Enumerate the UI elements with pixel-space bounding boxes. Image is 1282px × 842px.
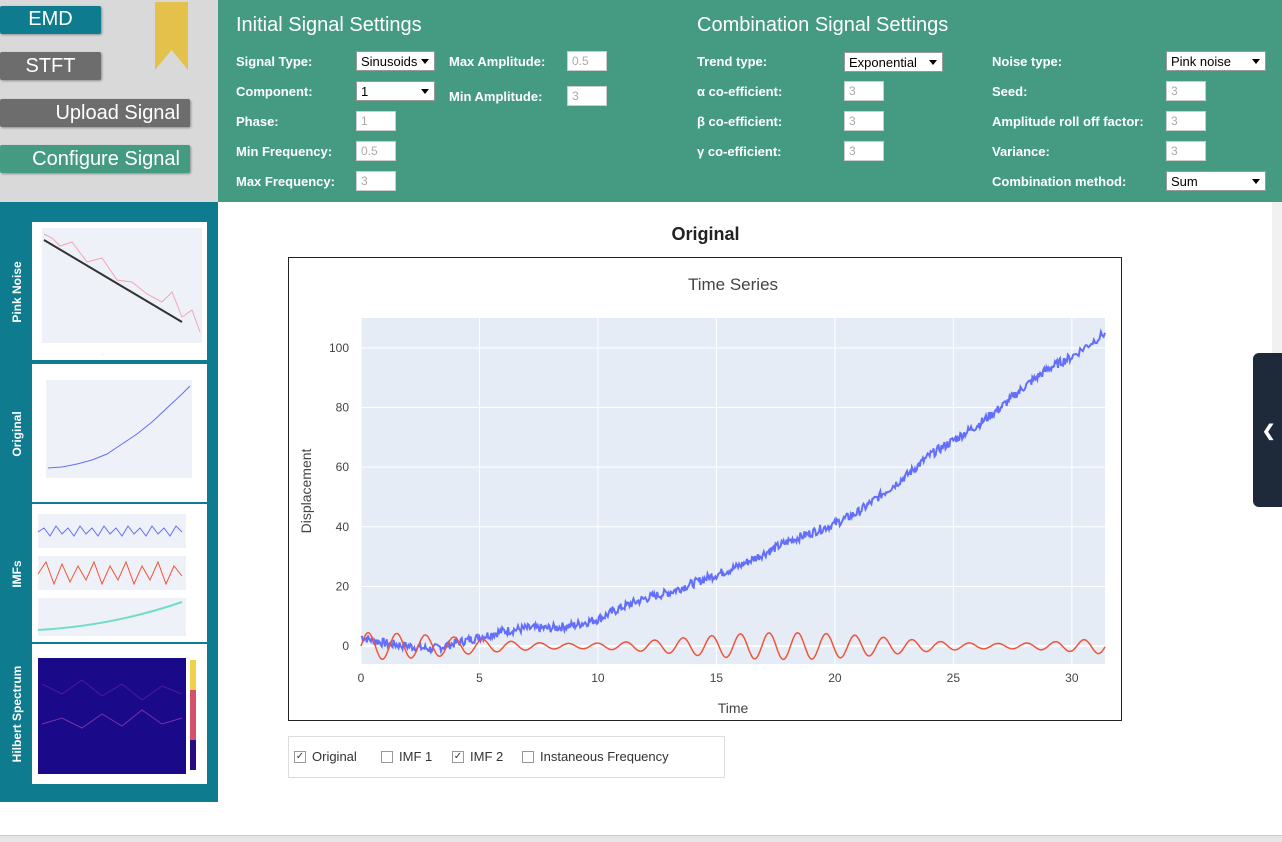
configure-signal-button[interactable]: Configure Signal — [0, 145, 190, 173]
settings-panel: Initial Signal Settings Signal Type: Sin… — [218, 0, 1282, 202]
original-checkbox-label[interactable]: Original — [312, 749, 357, 764]
chevron-down-icon — [421, 59, 429, 64]
component-value: 1 — [361, 84, 369, 99]
x-tick-label: 20 — [828, 671, 842, 685]
gamma-coefficient-label: γ co-efficient: — [697, 144, 782, 159]
signal-type-select[interactable]: Sinusoids — [356, 51, 435, 71]
x-tick-label: 15 — [710, 671, 724, 685]
y-tick-label: 20 — [336, 579, 350, 593]
thumb-label-pink-noise: Pink Noise — [10, 261, 24, 323]
max-frequency-input[interactable]: 3 — [356, 171, 396, 191]
stft-button[interactable]: STFT — [0, 52, 101, 80]
min-amplitude-label: Min Amplitude: — [449, 89, 543, 104]
instantaneous-frequency-checkbox[interactable] — [522, 751, 534, 763]
plot-container[interactable]: Time Series 0 5 10 15 20 25 30 0 20 40 60 80 100 Tim… — [288, 257, 1122, 721]
combination-method-value: Sum — [1171, 174, 1198, 189]
chart-heading: Original — [671, 224, 740, 244]
thumb-imfs[interactable] — [32, 504, 207, 642]
x-tick-label: 30 — [1065, 671, 1079, 685]
thumb-tab-original[interactable]: Original — [2, 364, 32, 504]
svg-text:·: · — [102, 352, 104, 358]
time-series-chart[interactable]: Time Series 0 5 10 15 20 25 30 0 20 40 60 80 100 Tim… — [289, 258, 1121, 720]
trend-type-select[interactable]: Exponential — [844, 52, 943, 72]
noise-type-select[interactable]: Pink noise — [1166, 51, 1266, 71]
thumb-hilbert-spectrum[interactable] — [32, 644, 207, 784]
series-toggle-box: ✓ Original IMF 1 ✓ IMF 2 Instaneous Freq… — [288, 736, 725, 778]
variance-label: Variance: — [992, 144, 1050, 159]
x-axis-label: Time — [718, 700, 749, 716]
rolloff-factor-input[interactable]: 3 — [1166, 111, 1206, 131]
y-tick-label: 0 — [342, 639, 349, 653]
x-tick-label: 5 — [476, 671, 483, 685]
y-tick-label: 100 — [329, 341, 349, 355]
thumb-label-hilbert-spectrum: Hilbert Spectrum — [10, 665, 24, 763]
imf2-checkbox[interactable]: ✓ — [452, 751, 464, 763]
min-frequency-label: Min Frequency: — [236, 144, 333, 159]
instantaneous-frequency-checkbox-label[interactable]: Instaneous Frequency — [540, 749, 669, 764]
min-frequency-input[interactable]: 0.5 — [356, 141, 396, 161]
alpha-coefficient-label: α co-efficient: — [697, 84, 783, 99]
y-tick-label: 80 — [336, 400, 350, 414]
hilbert-spectrum-thumbnail-image — [38, 658, 196, 774]
chevron-down-icon — [929, 60, 937, 65]
chevron-down-icon — [1252, 179, 1260, 184]
max-amplitude-input[interactable]: 0.5 — [567, 51, 607, 71]
nav-panel: EMD STFT Upload Signal Configure Signal — [0, 0, 218, 202]
trend-type-value: Exponential — [849, 55, 917, 70]
initial-settings-title: Initial Signal Settings — [236, 14, 422, 36]
gamma-coefficient-input[interactable]: 3 — [844, 141, 884, 161]
thumb-original[interactable] — [32, 364, 207, 502]
chevron-down-icon — [421, 89, 429, 94]
original-thumbnail-image — [46, 380, 192, 478]
signal-type-label: Signal Type: — [236, 54, 313, 69]
seed-label: Seed: — [992, 84, 1028, 99]
chevron-left-icon[interactable]: ❮ — [1262, 421, 1275, 441]
pink-noise-thumbnail-image: · — [42, 228, 202, 358]
thumb-label-imfs: IMFs — [10, 560, 24, 588]
phase-label: Phase: — [236, 114, 279, 129]
thumb-tab-hilbert-spectrum[interactable]: Hilbert Spectrum — [2, 644, 32, 784]
alpha-coefficient-input[interactable]: 3 — [844, 81, 884, 101]
imf1-checkbox[interactable] — [381, 751, 393, 763]
thumb-label-original: Original — [10, 411, 24, 457]
noise-type-label: Noise type: — [992, 54, 1063, 69]
trend-type-label: Trend type: — [697, 54, 768, 69]
combination-settings-title: Combination Signal Settings — [697, 14, 949, 36]
rolloff-factor-label: Amplitude roll off factor: — [992, 114, 1144, 129]
chart-title: Time Series — [688, 275, 778, 294]
max-amplitude-label: Max Amplitude: — [449, 54, 546, 69]
bookmark-icon — [155, 2, 188, 70]
beta-coefficient-label: β co-efficient: — [697, 114, 783, 129]
variance-input[interactable]: 3 — [1166, 141, 1206, 161]
component-label: Component: — [236, 84, 313, 99]
thumbnail-panel: Pink Noise · Original IMFs Hilbert Spect… — [0, 202, 218, 802]
plot-area — [361, 318, 1105, 664]
x-tick-label: 0 — [358, 671, 365, 685]
combination-method-label: Combination method: — [992, 174, 1127, 189]
emd-button[interactable]: EMD — [0, 6, 101, 34]
original-checkbox[interactable]: ✓ — [294, 751, 306, 763]
imfs-thumbnail-image — [37, 514, 186, 636]
y-axis-label: Displacement — [298, 448, 314, 533]
upload-signal-button[interactable]: Upload Signal — [0, 99, 190, 127]
x-tick-label: 25 — [947, 671, 961, 685]
thumb-pink-noise[interactable]: · — [32, 222, 207, 360]
y-tick-label: 40 — [336, 520, 350, 534]
imf2-checkbox-label[interactable]: IMF 2 — [470, 749, 503, 764]
thumb-tab-imfs[interactable]: IMFs — [2, 504, 32, 644]
beta-coefficient-input[interactable]: 3 — [844, 111, 884, 131]
max-frequency-label: Max Frequency: — [236, 174, 335, 189]
combination-method-select[interactable]: Sum — [1166, 171, 1266, 191]
phase-input[interactable]: 1 — [356, 111, 396, 131]
component-select[interactable]: 1 — [356, 81, 435, 101]
min-amplitude-input[interactable]: 3 — [567, 86, 607, 106]
noise-type-value: Pink noise — [1171, 54, 1231, 69]
y-tick-label: 60 — [336, 460, 350, 474]
seed-input[interactable]: 3 — [1166, 81, 1206, 101]
chevron-down-icon — [1252, 59, 1260, 64]
thumb-tab-pink-noise[interactable]: Pink Noise — [2, 222, 32, 362]
signal-type-value: Sinusoids — [361, 54, 418, 69]
imf1-checkbox-label[interactable]: IMF 1 — [399, 749, 432, 764]
x-tick-label: 10 — [591, 671, 605, 685]
